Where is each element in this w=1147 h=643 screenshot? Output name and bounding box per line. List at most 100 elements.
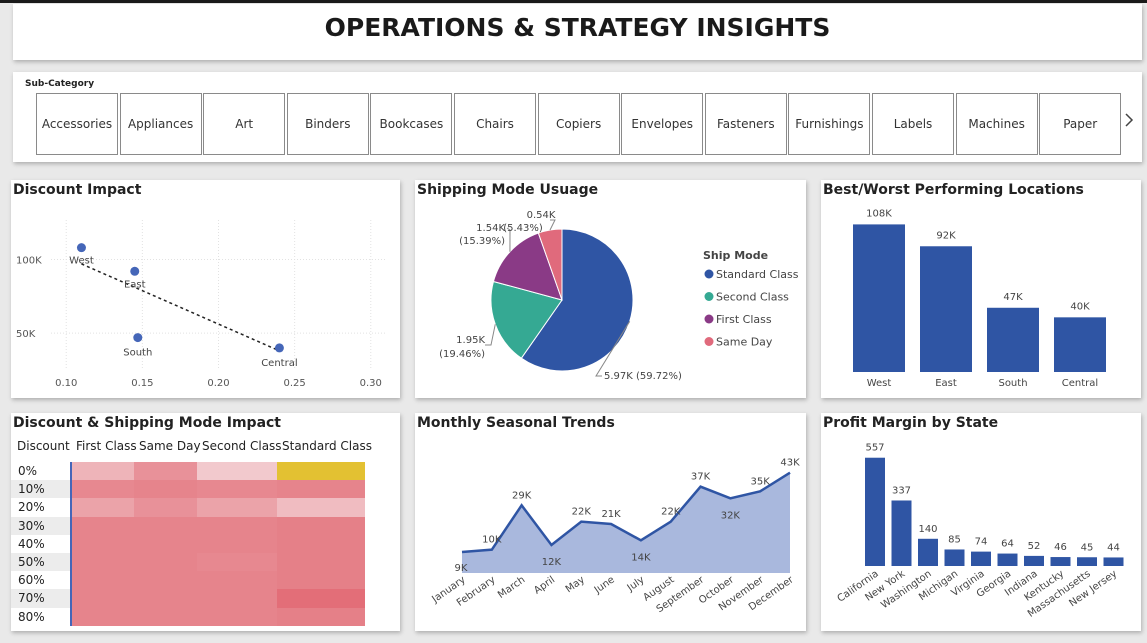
matrix-column-header: Same Day <box>139 439 201 453</box>
x-tick-label: 0.15 <box>131 378 153 389</box>
bar-data-label: 40K <box>1070 301 1090 312</box>
data-point-label: 9K <box>455 563 468 574</box>
legend-title: Ship Mode <box>703 249 768 262</box>
bar-kentucky <box>1050 557 1071 566</box>
data-point-label: 22K <box>572 507 592 518</box>
matrix-cell <box>277 480 365 499</box>
pie-data-label: (5.43%) <box>503 223 543 234</box>
matrix-row-label: 40% <box>18 536 45 551</box>
matrix-row-label: 50% <box>18 555 45 569</box>
matrix-row-label: 10% <box>18 482 45 497</box>
slicer-chip-labels[interactable]: Labels <box>872 93 954 155</box>
bar-data-label: 64 <box>1001 539 1014 550</box>
matrix-cell <box>134 571 197 590</box>
monthly-trends-panel: Monthly Seasonal Trends 9K January 10K Febr… <box>415 413 806 631</box>
bar-data-label: 337 <box>892 485 911 496</box>
matrix-column-header: First Class <box>76 439 137 453</box>
slicer-chip-art[interactable]: Art <box>203 93 286 155</box>
profit-margin-chart: 557California337New York140Washington85M… <box>836 443 1124 620</box>
chevron-right-icon[interactable] <box>1124 112 1134 132</box>
bar-michigan <box>944 549 965 566</box>
slicer-chip-binders[interactable]: Binders <box>286 93 369 155</box>
monthly-trends-chart: 9KJanuary10KFebruary29KMarch12KApril22KM… <box>430 458 801 615</box>
data-point-label: 14K <box>631 552 651 563</box>
legend-item: First Class <box>716 313 772 326</box>
scatter-point-south <box>133 333 143 343</box>
slicer-chip-copiers[interactable]: Copiers <box>537 93 620 155</box>
matrix-cell <box>277 553 365 572</box>
top-border <box>0 0 1147 3</box>
x-tick-label: 0.30 <box>360 378 382 389</box>
x-category-label: West <box>867 378 892 389</box>
title-banner: OPERATIONS & STRATEGY INSIGHTS <box>13 4 1142 60</box>
discount-shipping-panel: Discount & Shipping Mode Impact Discount… <box>11 413 400 631</box>
slicer-chip-envelopes[interactable]: Envelopes <box>621 93 704 155</box>
x-category-label: June <box>592 574 617 596</box>
discount-impact-panel: Discount Impact 100K 50K 0.10 0.15 0.20 0.25 0… <box>11 180 400 398</box>
x-category-label: July <box>625 574 647 594</box>
bar-massachusetts <box>1077 557 1097 566</box>
slicer-title: Sub-Category <box>25 79 95 89</box>
slicer-chip-fasteners[interactable]: Fasteners <box>704 93 787 155</box>
data-point-label: 12K <box>542 557 562 568</box>
shipping-mode-panel: Shipping Mode Usuage 5.97K (59.72%) 1.95K… <box>415 180 806 398</box>
bar-data-label: 108K <box>866 208 892 219</box>
matrix-cell <box>71 571 134 590</box>
scatter-point-label: Central <box>261 358 297 369</box>
matrix-row-header: Discount <box>17 439 70 453</box>
bar-georgia <box>997 553 1018 566</box>
matrix-cell <box>197 462 277 481</box>
slicer-chip-furnishings[interactable]: Furnishings <box>788 93 871 155</box>
bar-data-label: 47K <box>1003 292 1023 303</box>
matrix-column-header: Standard Class <box>282 439 372 453</box>
matrix-column-header: Second Class <box>202 439 282 453</box>
bar-central <box>1054 317 1106 372</box>
matrix-cell <box>277 607 365 626</box>
matrix-cell <box>197 553 277 572</box>
matrix-row-label: 60% <box>18 573 45 588</box>
matrix-cell <box>197 571 277 590</box>
shipping-mode-chart: 5.97K (59.72%) 1.95K (19.46%) 1.54K (15.39%)… <box>439 210 799 382</box>
scatter-point-central <box>274 343 284 353</box>
matrix-cell <box>71 516 134 535</box>
profit-margin-panel: Profit Margin by State 557 California 337 N… <box>821 413 1141 631</box>
matrix-row-divider <box>70 462 72 626</box>
bar-california <box>865 457 885 566</box>
legend-item: Second Class <box>716 291 789 304</box>
page-title: OPERATIONS & STRATEGY INSIGHTS <box>324 13 831 42</box>
slicer-chip-machines[interactable]: Machines <box>955 93 1038 155</box>
bar-data-label: 44 <box>1107 542 1120 553</box>
pie-data-label: (19.46%) <box>439 349 485 360</box>
data-point-label: 37K <box>691 472 711 483</box>
matrix-cell <box>134 516 197 535</box>
data-point-label: 32K <box>721 510 741 521</box>
matrix-cell <box>71 589 134 608</box>
x-category-label: March <box>496 574 527 600</box>
matrix-cell <box>197 480 277 499</box>
matrix-cell <box>71 498 134 517</box>
bar-data-label: 45 <box>1081 542 1094 553</box>
data-point-label: 43K <box>780 458 800 469</box>
slicer-chip-chairs[interactable]: Chairs <box>454 93 536 155</box>
trend-line <box>81 263 280 352</box>
pie-data-label: 0.54K <box>527 210 556 221</box>
matrix-cell <box>197 534 277 553</box>
legend-swatch <box>704 292 714 301</box>
pie-data-label: 1.54K <box>476 223 505 234</box>
y-tick-label: 50K <box>16 329 36 340</box>
legend-swatch <box>704 337 714 346</box>
pie-leader-line <box>549 219 556 231</box>
y-tick-label: 100K <box>16 255 42 266</box>
bar-data-label: 85 <box>948 534 961 545</box>
scatter-point-west <box>76 243 86 253</box>
matrix-cell <box>197 516 277 535</box>
slicer-chip-accessories[interactable]: Accessories <box>36 93 118 155</box>
bar-data-label: 557 <box>865 443 884 454</box>
bar-south <box>987 307 1039 372</box>
slicer-chip-bookcases[interactable]: Bookcases <box>370 93 453 155</box>
scatter-point-label: East <box>124 279 146 290</box>
matrix-cell <box>134 534 197 553</box>
matrix-cell <box>277 516 365 535</box>
slicer-chip-paper[interactable]: Paper <box>1039 93 1122 155</box>
slicer-chip-appliances[interactable]: Appliances <box>119 93 202 155</box>
